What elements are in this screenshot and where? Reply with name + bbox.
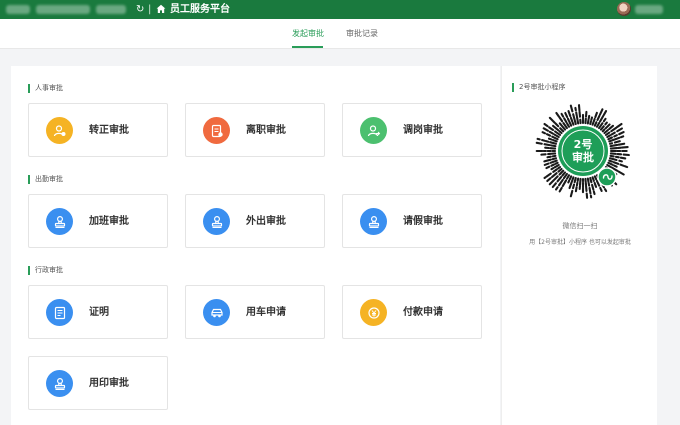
approval-panel: 人事审批 转正审批 离职审批 调岗审批 出勤审批 加班审批 外出审批 请假审批 … [11,66,500,425]
blurred-address [36,5,90,14]
card-label: 用印审批 [89,378,129,389]
miniprogram-hint: 用【2号审批】小程序 也可以发起审批 [529,239,631,246]
scan-caption: 微信扫一扫 [562,222,598,230]
card-payment-request[interactable]: 付款申请 [342,285,482,339]
certificate-icon [46,299,73,326]
blurred-username [635,5,663,14]
card-label: 转正审批 [89,125,129,136]
qr-label-line2: 审批 [572,150,594,164]
qr-label-line1: 2号 [574,138,593,151]
platform-title: 员工服务平台 [170,4,230,15]
card-probation-approval[interactable]: 转正审批 [28,103,168,157]
home-icon[interactable] [156,4,166,14]
card-leave-approval[interactable]: 请假审批 [342,194,482,248]
refresh-icon[interactable]: ↻ [136,3,144,16]
card-overtime-approval[interactable]: 加班审批 [28,194,168,248]
miniprogram-panel: 2号审批小程序 2号 审批 微信扫一扫 用【2号审批】小程序 也可以发起审批 [501,66,657,425]
card-vehicle-request[interactable]: 用车申请 [185,285,325,339]
card-label: 调岗审批 [403,125,443,136]
stamp-icon [360,208,387,235]
tab-bar: 发起审批 审批记录 [0,19,680,49]
card-label: 请假审批 [403,216,443,227]
resign-doc-icon [203,117,230,144]
card-label: 证明 [89,307,109,318]
card-outing-approval[interactable]: 外出审批 [185,194,325,248]
card-label: 外出审批 [246,216,286,227]
blurred-address [96,5,126,14]
active-tab-indicator [292,46,323,48]
card-seal-approval[interactable]: 用印审批 [28,356,168,410]
tab-approval-records[interactable]: 审批记录 [346,29,378,39]
card-resignation-approval[interactable]: 离职审批 [185,103,325,157]
user-badge-icon [46,117,73,144]
divider: | [148,4,152,15]
miniprogram-qr-code[interactable]: 2号 审批 [534,102,632,200]
stamp-icon [46,208,73,235]
car-icon [203,299,230,326]
user-transfer-icon [360,117,387,144]
card-label: 用车申请 [246,307,286,318]
avatar[interactable] [617,2,631,16]
top-bar: ↻ | 员工服务平台 [0,0,680,19]
card-transfer-approval[interactable]: 调岗审批 [342,103,482,157]
blurred-address [6,5,30,14]
card-label: 加班审批 [89,216,129,227]
section-title-admin: 行政审批 [28,266,63,275]
stamp-icon [46,370,73,397]
card-label: 离职审批 [246,125,286,136]
miniprogram-title: 2号审批小程序 [512,83,565,92]
tab-start-approval[interactable]: 发起审批 [292,29,324,39]
section-title-hr: 人事审批 [28,84,63,93]
card-certificate[interactable]: 证明 [28,285,168,339]
card-label: 付款申请 [403,307,443,318]
payment-icon [360,299,387,326]
miniprogram-logo-icon [597,167,617,187]
section-title-attendance: 出勤审批 [28,175,63,184]
stamp-icon [203,208,230,235]
